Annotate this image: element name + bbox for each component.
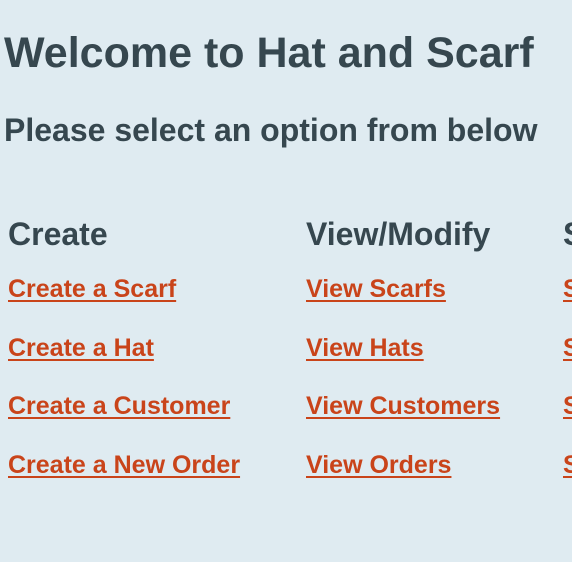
view-scarfs-link[interactable]: View Scarfs [306,274,500,304]
create-heading: Create [8,216,108,252]
view-modify-column: View/Modify View Scarfs View Hats View C… [306,212,500,508]
page: Welcome to Hat and Scarf Please select a… [0,0,572,562]
third-column-link-4[interactable]: S [563,450,572,480]
create-links: Create a Scarf Create a Hat Create a Cus… [8,274,240,480]
page-subtitle: Please select an option from below [4,112,538,148]
third-column-link-3[interactable]: S [563,391,572,421]
third-column-links: S S S S [563,274,572,480]
third-column-link-2[interactable]: S [563,333,572,363]
third-column-heading: S [563,212,572,256]
create-column: Create Create a Scarf Create a Hat Creat… [8,212,240,508]
view-modify-heading: View/Modify [306,216,491,252]
create-new-order-link[interactable]: Create a New Order [8,450,240,480]
page-title: Welcome to Hat and Scarf [4,29,534,77]
create-hat-link[interactable]: Create a Hat [8,333,240,363]
view-customers-link[interactable]: View Customers [306,391,500,421]
view-modify-links: View Scarfs View Hats View Customers Vie… [306,274,500,480]
third-column-link-1[interactable]: S [563,274,572,304]
create-customer-link[interactable]: Create a Customer [8,391,240,421]
create-scarf-link[interactable]: Create a Scarf [8,274,240,304]
view-hats-link[interactable]: View Hats [306,333,500,363]
third-column: S S S S S [563,212,572,508]
view-orders-link[interactable]: View Orders [306,450,500,480]
